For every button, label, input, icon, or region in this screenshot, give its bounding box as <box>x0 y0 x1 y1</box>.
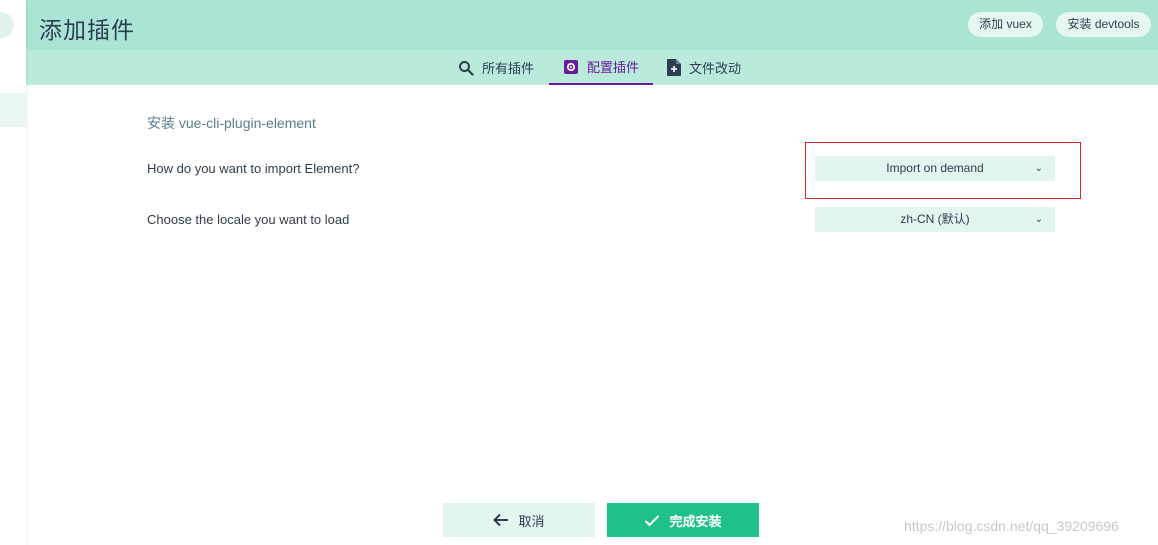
sidebar <box>0 0 26 545</box>
page-header: 添加插件 添加 vuex 安装 devtools <box>26 0 1158 50</box>
select-value: zh-CN (默认) <box>900 212 970 226</box>
cancel-label: 取消 <box>518 513 545 529</box>
prompt-locale-label: Choose the locale you want to load <box>147 212 350 227</box>
locale-select[interactable]: zh-CN (默认) ⌄ <box>815 207 1055 232</box>
install-devtools-button[interactable]: 安装 devtools <box>1056 12 1151 37</box>
chevron-down-icon: ⌄ <box>1034 214 1043 225</box>
tab-file-changes[interactable]: 文件改动 <box>667 50 741 85</box>
plugin-gear-icon <box>564 59 578 74</box>
check-icon <box>645 514 660 526</box>
highlight-annotation <box>805 142 1081 199</box>
tab-all-plugins[interactable]: 所有插件 <box>458 50 534 85</box>
tab-bar: 所有插件 配置插件 文件改动 <box>26 50 1158 85</box>
sidebar-toggle[interactable] <box>0 12 14 38</box>
tab-label: 配置插件 <box>587 60 640 75</box>
file-diff-icon <box>667 59 681 76</box>
cancel-button[interactable]: 取消 <box>443 503 595 537</box>
arrow-left-icon <box>493 513 509 527</box>
plugin-config-title: 安装 vue-cli-plugin-element <box>147 115 316 131</box>
tab-label: 所有插件 <box>482 61 535 76</box>
tab-configure-plugin[interactable]: 配置插件 <box>549 50 653 85</box>
add-vuex-button[interactable]: 添加 vuex <box>968 12 1043 37</box>
tab-label: 文件改动 <box>689 61 742 76</box>
finish-install-button[interactable]: 完成安装 <box>607 503 759 537</box>
finish-label: 完成安装 <box>669 513 722 529</box>
watermark: https://blog.csdn.net/qq_39209696 <box>904 518 1119 534</box>
sidebar-item-active[interactable] <box>0 93 26 127</box>
search-icon <box>459 60 474 76</box>
page-title: 添加插件 <box>39 17 135 43</box>
prompt-import-label: How do you want to import Element? <box>147 161 360 176</box>
